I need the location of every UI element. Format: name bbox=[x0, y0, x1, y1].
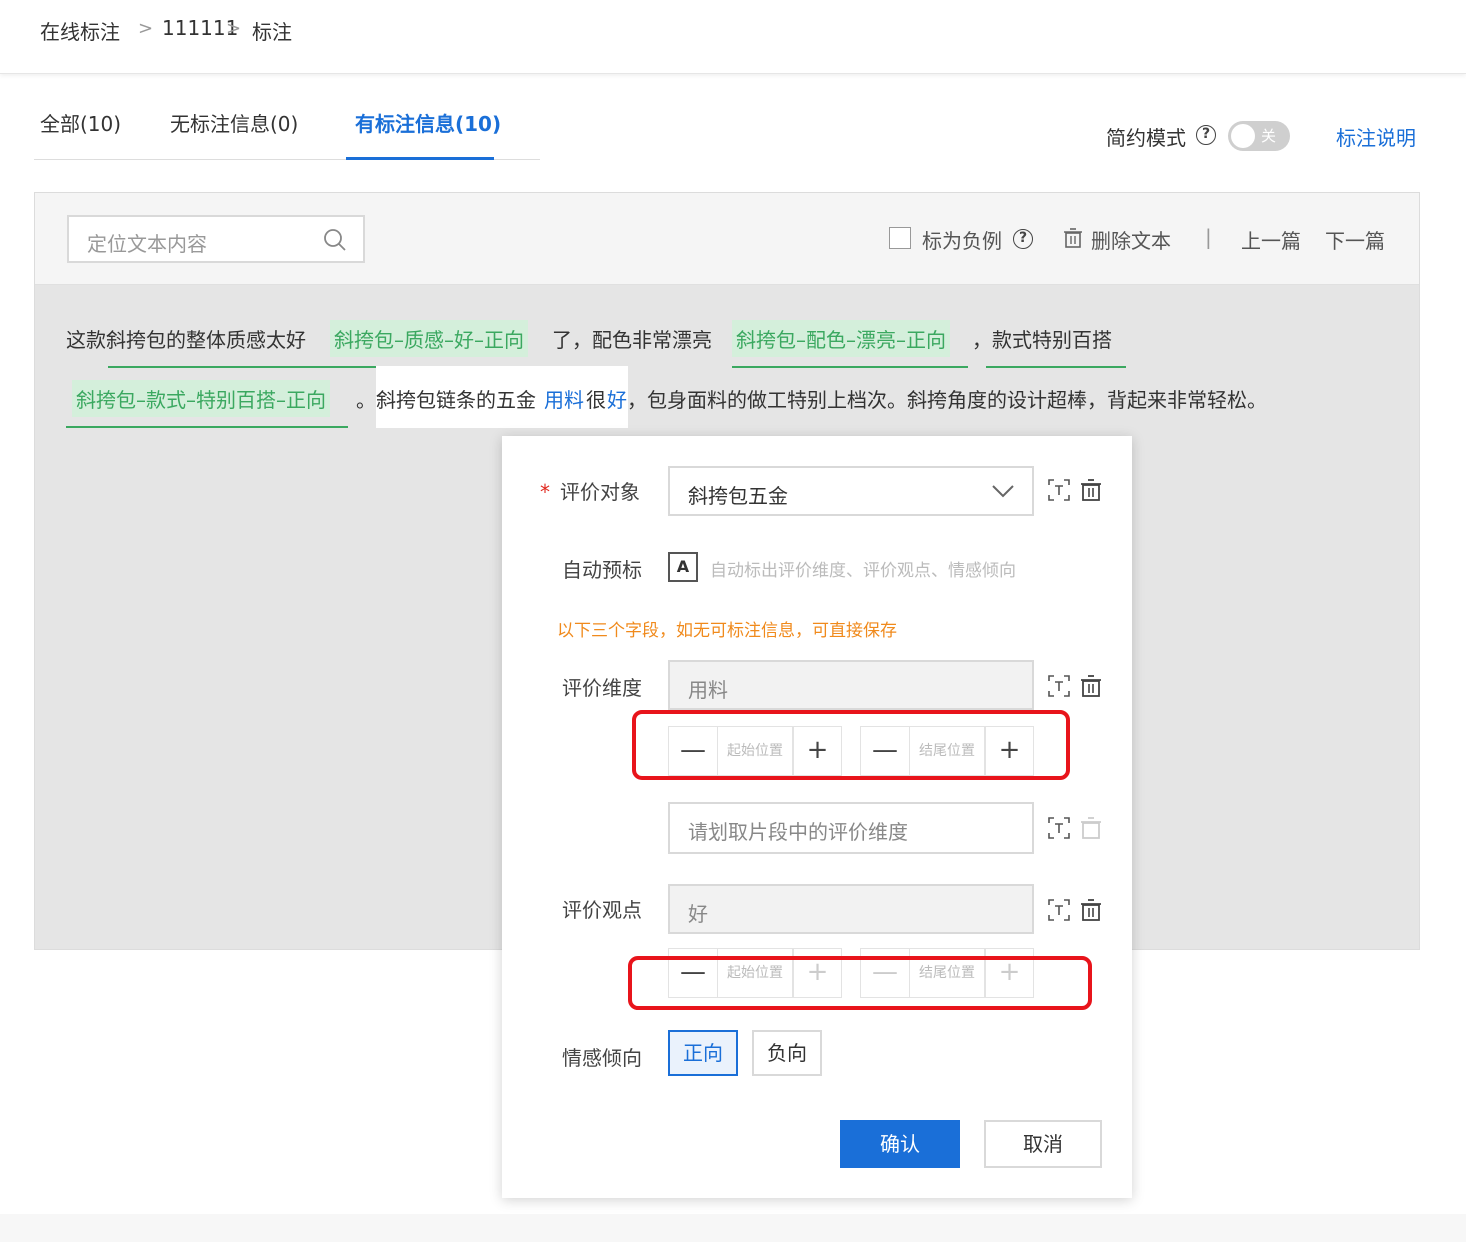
sentiment-negative-button[interactable]: 负向 bbox=[752, 1030, 822, 1076]
red-highlight-box bbox=[628, 956, 1092, 1010]
tab-annotated[interactable]: 有标注信息(10) bbox=[355, 108, 501, 137]
opinion-label: 评价观点 bbox=[562, 898, 642, 922]
delete-text-button[interactable]: 删除文本 bbox=[1091, 225, 1171, 254]
annotation-guide-link[interactable]: 标注说明 bbox=[1336, 122, 1416, 151]
trash-icon[interactable] bbox=[1080, 674, 1102, 698]
breadcrumb-item-current: 标注 bbox=[252, 20, 292, 44]
target-select[interactable]: 斜挎包五金 bbox=[668, 466, 1034, 516]
select-text-icon[interactable] bbox=[1048, 816, 1070, 840]
opinion-value: 好 bbox=[688, 902, 708, 926]
select-text-icon[interactable] bbox=[1048, 898, 1070, 922]
select-text-icon[interactable] bbox=[1048, 478, 1070, 502]
trash-icon bbox=[1081, 817, 1101, 839]
annotation-tag[interactable]: 斜挎包–质感–好–正向 bbox=[330, 320, 528, 357]
text-segment: 很 bbox=[586, 388, 606, 412]
dimension-add-field[interactable]: 请划取片段中的评价维度 bbox=[668, 802, 1034, 854]
annotation-tag[interactable]: 斜挎包–款式–特别百搭–正向 bbox=[72, 380, 330, 417]
help-icon[interactable]: ? bbox=[1196, 125, 1216, 145]
mark-negative-label[interactable]: 标为负例 bbox=[922, 225, 1002, 254]
tab-all[interactable]: 全部(10) bbox=[40, 108, 121, 137]
text-segment: 。斜挎包链条的五金 bbox=[356, 388, 536, 412]
target-select-value: 斜挎包五金 bbox=[688, 484, 788, 508]
toolbar-divider: | bbox=[1205, 225, 1212, 249]
sentiment-label: 情感倾向 bbox=[562, 1046, 642, 1070]
simple-mode-toggle[interactable]: 关 bbox=[1228, 121, 1290, 151]
confirm-button[interactable]: 确认 bbox=[840, 1120, 960, 1168]
trash-icon[interactable] bbox=[1063, 227, 1083, 249]
toggle-knob bbox=[1231, 124, 1255, 148]
search-placeholder: 定位文本内容 bbox=[87, 232, 207, 256]
prev-doc-button[interactable]: 上一篇 bbox=[1241, 225, 1301, 254]
text-segment: ，包身面料的做工特别上档次。斜挎角度的设计超棒，背起来非常轻松。 bbox=[627, 388, 1267, 412]
tab-unannotated[interactable]: 无标注信息(0) bbox=[170, 108, 298, 137]
annotation-underline bbox=[66, 426, 348, 428]
optional-fields-note: 以下三个字段，如无可标注信息，可直接保存 bbox=[557, 621, 897, 641]
opinion-highlight[interactable]: 好 bbox=[607, 384, 627, 413]
select-text-icon[interactable] bbox=[1048, 674, 1070, 698]
opinion-field[interactable]: 好 bbox=[668, 884, 1034, 934]
breadcrumb-item-online-annotation[interactable]: 在线标注 bbox=[40, 16, 120, 45]
chevron-right-icon: > bbox=[226, 18, 242, 39]
target-label: * 评价对象 bbox=[540, 476, 640, 505]
annotation-underline bbox=[986, 366, 1126, 368]
mark-negative-checkbox[interactable] bbox=[889, 227, 911, 249]
active-tab-indicator bbox=[346, 157, 494, 160]
help-icon[interactable]: ? bbox=[1013, 229, 1033, 249]
search-icon[interactable] bbox=[323, 228, 347, 252]
trash-icon[interactable] bbox=[1080, 898, 1102, 922]
chevron-right-icon: > bbox=[138, 18, 154, 39]
annotation-dialog: * 评价对象 斜挎包五金 自动预标 A 自动标出评价维度、评价观点、情感倾向 以下… bbox=[502, 436, 1132, 1198]
annotation-tag[interactable]: 斜挎包–配色–漂亮–正向 bbox=[732, 320, 950, 357]
top-bar: 在线标注 > 111111 > 标注 bbox=[0, 0, 1466, 74]
red-highlight-box bbox=[632, 710, 1070, 780]
dimension-field[interactable]: 用料 bbox=[668, 660, 1034, 710]
search-input[interactable]: 定位文本内容 bbox=[67, 215, 365, 263]
dimension-highlight[interactable]: 用料 bbox=[544, 384, 584, 413]
trash-icon[interactable] bbox=[1080, 478, 1102, 502]
panel-toolbar: 定位文本内容 标为负例 ? 删除文本 | 上一篇 下一篇 bbox=[35, 193, 1419, 285]
dimension-value: 用料 bbox=[688, 678, 728, 702]
text-segment: ，款式特别百搭 bbox=[972, 328, 1112, 352]
text-segment: 了，配色非常漂亮 bbox=[552, 328, 712, 352]
page-bottom bbox=[0, 1214, 1466, 1242]
auto-annotate-label: 自动预标 bbox=[562, 558, 642, 582]
annotation-underline bbox=[732, 366, 968, 368]
toggle-state-label: 关 bbox=[1261, 127, 1277, 145]
auto-annotate-hint: 自动标出评价维度、评价观点、情感倾向 bbox=[710, 561, 1016, 581]
next-doc-button[interactable]: 下一篇 bbox=[1325, 225, 1385, 254]
chevron-down-icon bbox=[992, 485, 1014, 498]
required-mark: * bbox=[540, 480, 550, 504]
sentiment-positive-button[interactable]: 正向 bbox=[668, 1030, 738, 1076]
simple-mode-label: 简约模式 bbox=[1106, 126, 1186, 150]
cancel-button[interactable]: 取消 bbox=[984, 1120, 1102, 1168]
auto-annotate-icon[interactable]: A bbox=[668, 552, 698, 582]
target-label-text: 评价对象 bbox=[560, 480, 640, 504]
dimension-placeholder: 请划取片段中的评价维度 bbox=[688, 820, 908, 844]
text-segment: 这款斜挎包的整体质感太好 bbox=[66, 328, 306, 352]
dimension-label: 评价维度 bbox=[562, 676, 642, 700]
